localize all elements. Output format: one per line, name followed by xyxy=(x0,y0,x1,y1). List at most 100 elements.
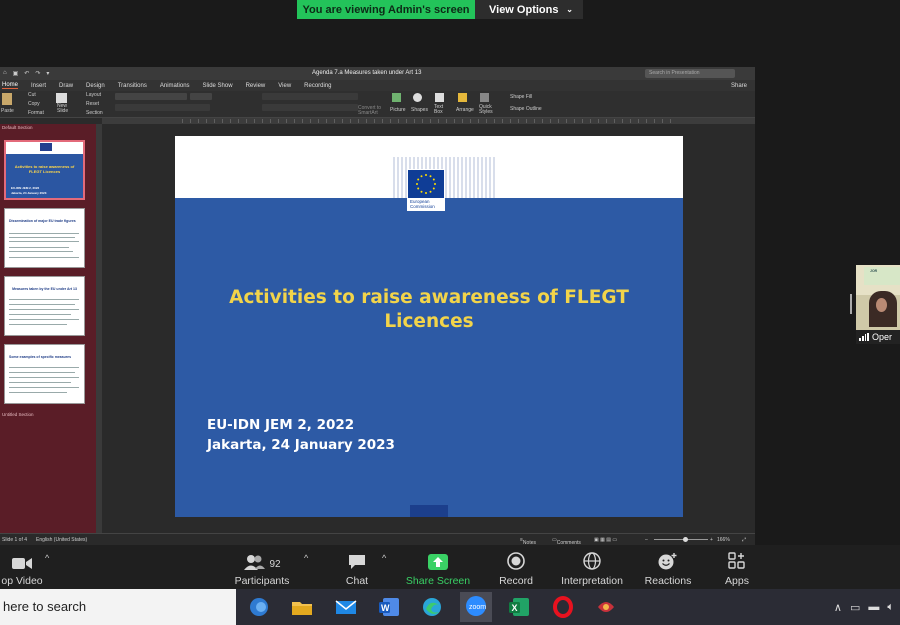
meeting-toolbar: op Video ^ 92 Participants ^ Chat ^ Shar… xyxy=(0,545,900,589)
tab-slide-show[interactable]: Slide Show xyxy=(203,83,233,89)
tab-insert[interactable]: Insert xyxy=(31,83,46,89)
network-icon[interactable]: ▭ xyxy=(850,601,860,614)
font-family-select[interactable] xyxy=(115,93,187,100)
arrange-label: Arrange xyxy=(456,107,474,113)
section-button[interactable]: Section xyxy=(86,110,103,116)
record-label: Record xyxy=(499,575,533,587)
copy-button[interactable]: Copy xyxy=(28,101,40,107)
notes-button[interactable]: ≡ Notes xyxy=(520,537,536,546)
shapes-label: Shapes xyxy=(411,107,428,113)
paint-icon[interactable] xyxy=(594,595,618,619)
shape-fill-button[interactable]: Shape Fill xyxy=(510,94,532,100)
slide-thumbnail-3[interactable]: Measures taken by the EU under Art 13 xyxy=(4,276,85,336)
thumb-text-line xyxy=(9,309,79,310)
save-icon[interactable]: ▣ xyxy=(13,70,19,77)
windows-taskbar: here to search W zoom X ∧ ▭ ▬ 🔈︎ xyxy=(0,589,900,625)
shared-screen: ⌂ ▣ ↶ ↷ ▾ Agenda 7.a Measures taken unde… xyxy=(0,67,755,546)
edge-icon[interactable] xyxy=(420,595,444,619)
tab-review[interactable]: Review xyxy=(246,83,266,89)
text-box-icon[interactable] xyxy=(435,93,444,102)
font-size-select[interactable] xyxy=(190,93,212,100)
more-icon[interactable]: ▾ xyxy=(46,70,49,77)
opera-icon[interactable] xyxy=(551,595,575,619)
home-icon[interactable]: ⌂ xyxy=(3,70,7,77)
slide-subtitle-line-2: Jakarta, 24 January 2023 xyxy=(207,437,395,453)
language-status[interactable]: English (United States) xyxy=(36,537,87,543)
stop-video-button[interactable]: op Video xyxy=(0,545,44,589)
arrange-icon[interactable] xyxy=(458,93,467,102)
share-button[interactable]: Share xyxy=(731,83,747,89)
shapes-icon[interactable] xyxy=(413,93,422,102)
tab-transitions[interactable]: Transitions xyxy=(118,83,147,89)
quick-styles-icon[interactable] xyxy=(480,93,489,102)
show-hidden-icons-icon[interactable]: ∧ xyxy=(834,601,842,614)
layout-button[interactable]: Layout xyxy=(86,92,101,98)
word-icon[interactable]: W xyxy=(377,595,401,619)
reset-button[interactable]: Reset xyxy=(86,101,99,107)
undo-icon[interactable]: ↶ xyxy=(24,70,29,77)
fit-slide-icon[interactable]: ⤢ xyxy=(742,537,746,543)
slide-thumbnail-4[interactable]: Some examples of specific measures xyxy=(4,344,85,404)
format-button[interactable]: Format xyxy=(28,110,44,116)
paragraph-buttons[interactable] xyxy=(262,93,358,100)
tab-home[interactable]: Home xyxy=(2,82,19,89)
thumb-sub-1: EU-IDN JEM 2, 2022 xyxy=(11,186,40,190)
normal-view-icon[interactable]: ▣ ▦ ▤ ▭ xyxy=(594,537,617,543)
ppt-search-input[interactable]: Search in Presentation xyxy=(645,69,735,78)
slide-thumbnail-1[interactable]: Activities to raise awareness of FLEGT L… xyxy=(4,140,85,200)
tab-recording[interactable]: Recording xyxy=(304,83,331,89)
zoom-out-icon[interactable]: – xyxy=(645,537,648,543)
battery-icon[interactable]: ▬ xyxy=(868,601,879,613)
taskbar-search-box[interactable]: here to search xyxy=(0,589,236,625)
cut-button[interactable]: Cut xyxy=(28,92,36,98)
zoom-level[interactable]: 166% xyxy=(717,537,730,543)
picture-icon[interactable] xyxy=(392,93,401,102)
svg-text:W: W xyxy=(381,603,390,613)
apps-button[interactable]: Apps xyxy=(718,545,756,589)
european-commission-wordmark: European Commission xyxy=(410,199,435,209)
video-options-caret-icon[interactable]: ^ xyxy=(45,553,49,563)
zoom-taskbar-button[interactable]: zoom xyxy=(460,592,492,622)
slide-thumbnail-2[interactable]: Dissemination of major EU trade figures xyxy=(4,208,85,268)
record-button[interactable]: Record xyxy=(494,545,538,589)
tab-animations[interactable]: Animations xyxy=(160,83,190,89)
excel-icon[interactable]: X xyxy=(507,595,531,619)
section-untitled-label: Untitled Section xyxy=(2,412,34,417)
ruler-ticks xyxy=(182,119,675,123)
share-screen-button[interactable]: Share Screen xyxy=(404,545,472,589)
paste-label: Paste xyxy=(1,108,14,114)
shape-outline-button[interactable]: Shape Outline xyxy=(510,106,542,112)
zoom-slider-knob[interactable] xyxy=(683,537,688,542)
video-panel-drag-handle[interactable] xyxy=(850,294,852,314)
new-slide-icon[interactable] xyxy=(56,93,67,103)
alignment-buttons[interactable] xyxy=(262,104,358,111)
view-options-button[interactable]: View Options ⌄ xyxy=(475,0,583,19)
comments-button[interactable]: ▭ Comments xyxy=(552,537,581,546)
redo-icon[interactable]: ↷ xyxy=(35,70,40,77)
thumb-text-line xyxy=(9,233,79,234)
current-slide[interactable]: European Commission Activities to raise … xyxy=(175,136,683,517)
tab-design[interactable]: Design xyxy=(86,83,105,89)
zoom-slider[interactable] xyxy=(654,539,708,540)
mail-icon[interactable] xyxy=(334,595,358,619)
chat-button[interactable]: Chat xyxy=(338,545,376,589)
volume-icon[interactable]: 🔈︎ xyxy=(887,601,894,614)
convert-smartart-button[interactable]: Convert to SmartArt xyxy=(358,106,382,116)
font-format-buttons[interactable] xyxy=(115,104,210,111)
reactions-button[interactable]: Reactions xyxy=(642,545,694,589)
paste-icon[interactable] xyxy=(2,93,12,105)
tab-view[interactable]: View xyxy=(278,83,291,89)
participants-options-caret-icon[interactable]: ^ xyxy=(304,553,308,563)
tile-poster: JOR xyxy=(864,267,900,285)
interpretation-button[interactable]: Interpretation xyxy=(556,545,628,589)
commission-building-graphic xyxy=(445,157,495,198)
file-explorer-icon[interactable] xyxy=(290,595,314,619)
participant-video-tile[interactable]: JOR Oper xyxy=(856,265,900,344)
participants-button[interactable]: 92 Participants xyxy=(232,545,292,589)
zoom-in-icon[interactable]: + xyxy=(710,537,713,543)
tab-draw[interactable]: Draw xyxy=(59,83,73,89)
outlook-icon[interactable] xyxy=(247,595,271,619)
video-camera-icon xyxy=(12,545,32,570)
chat-icon xyxy=(348,545,366,570)
chat-options-caret-icon[interactable]: ^ xyxy=(382,553,386,563)
